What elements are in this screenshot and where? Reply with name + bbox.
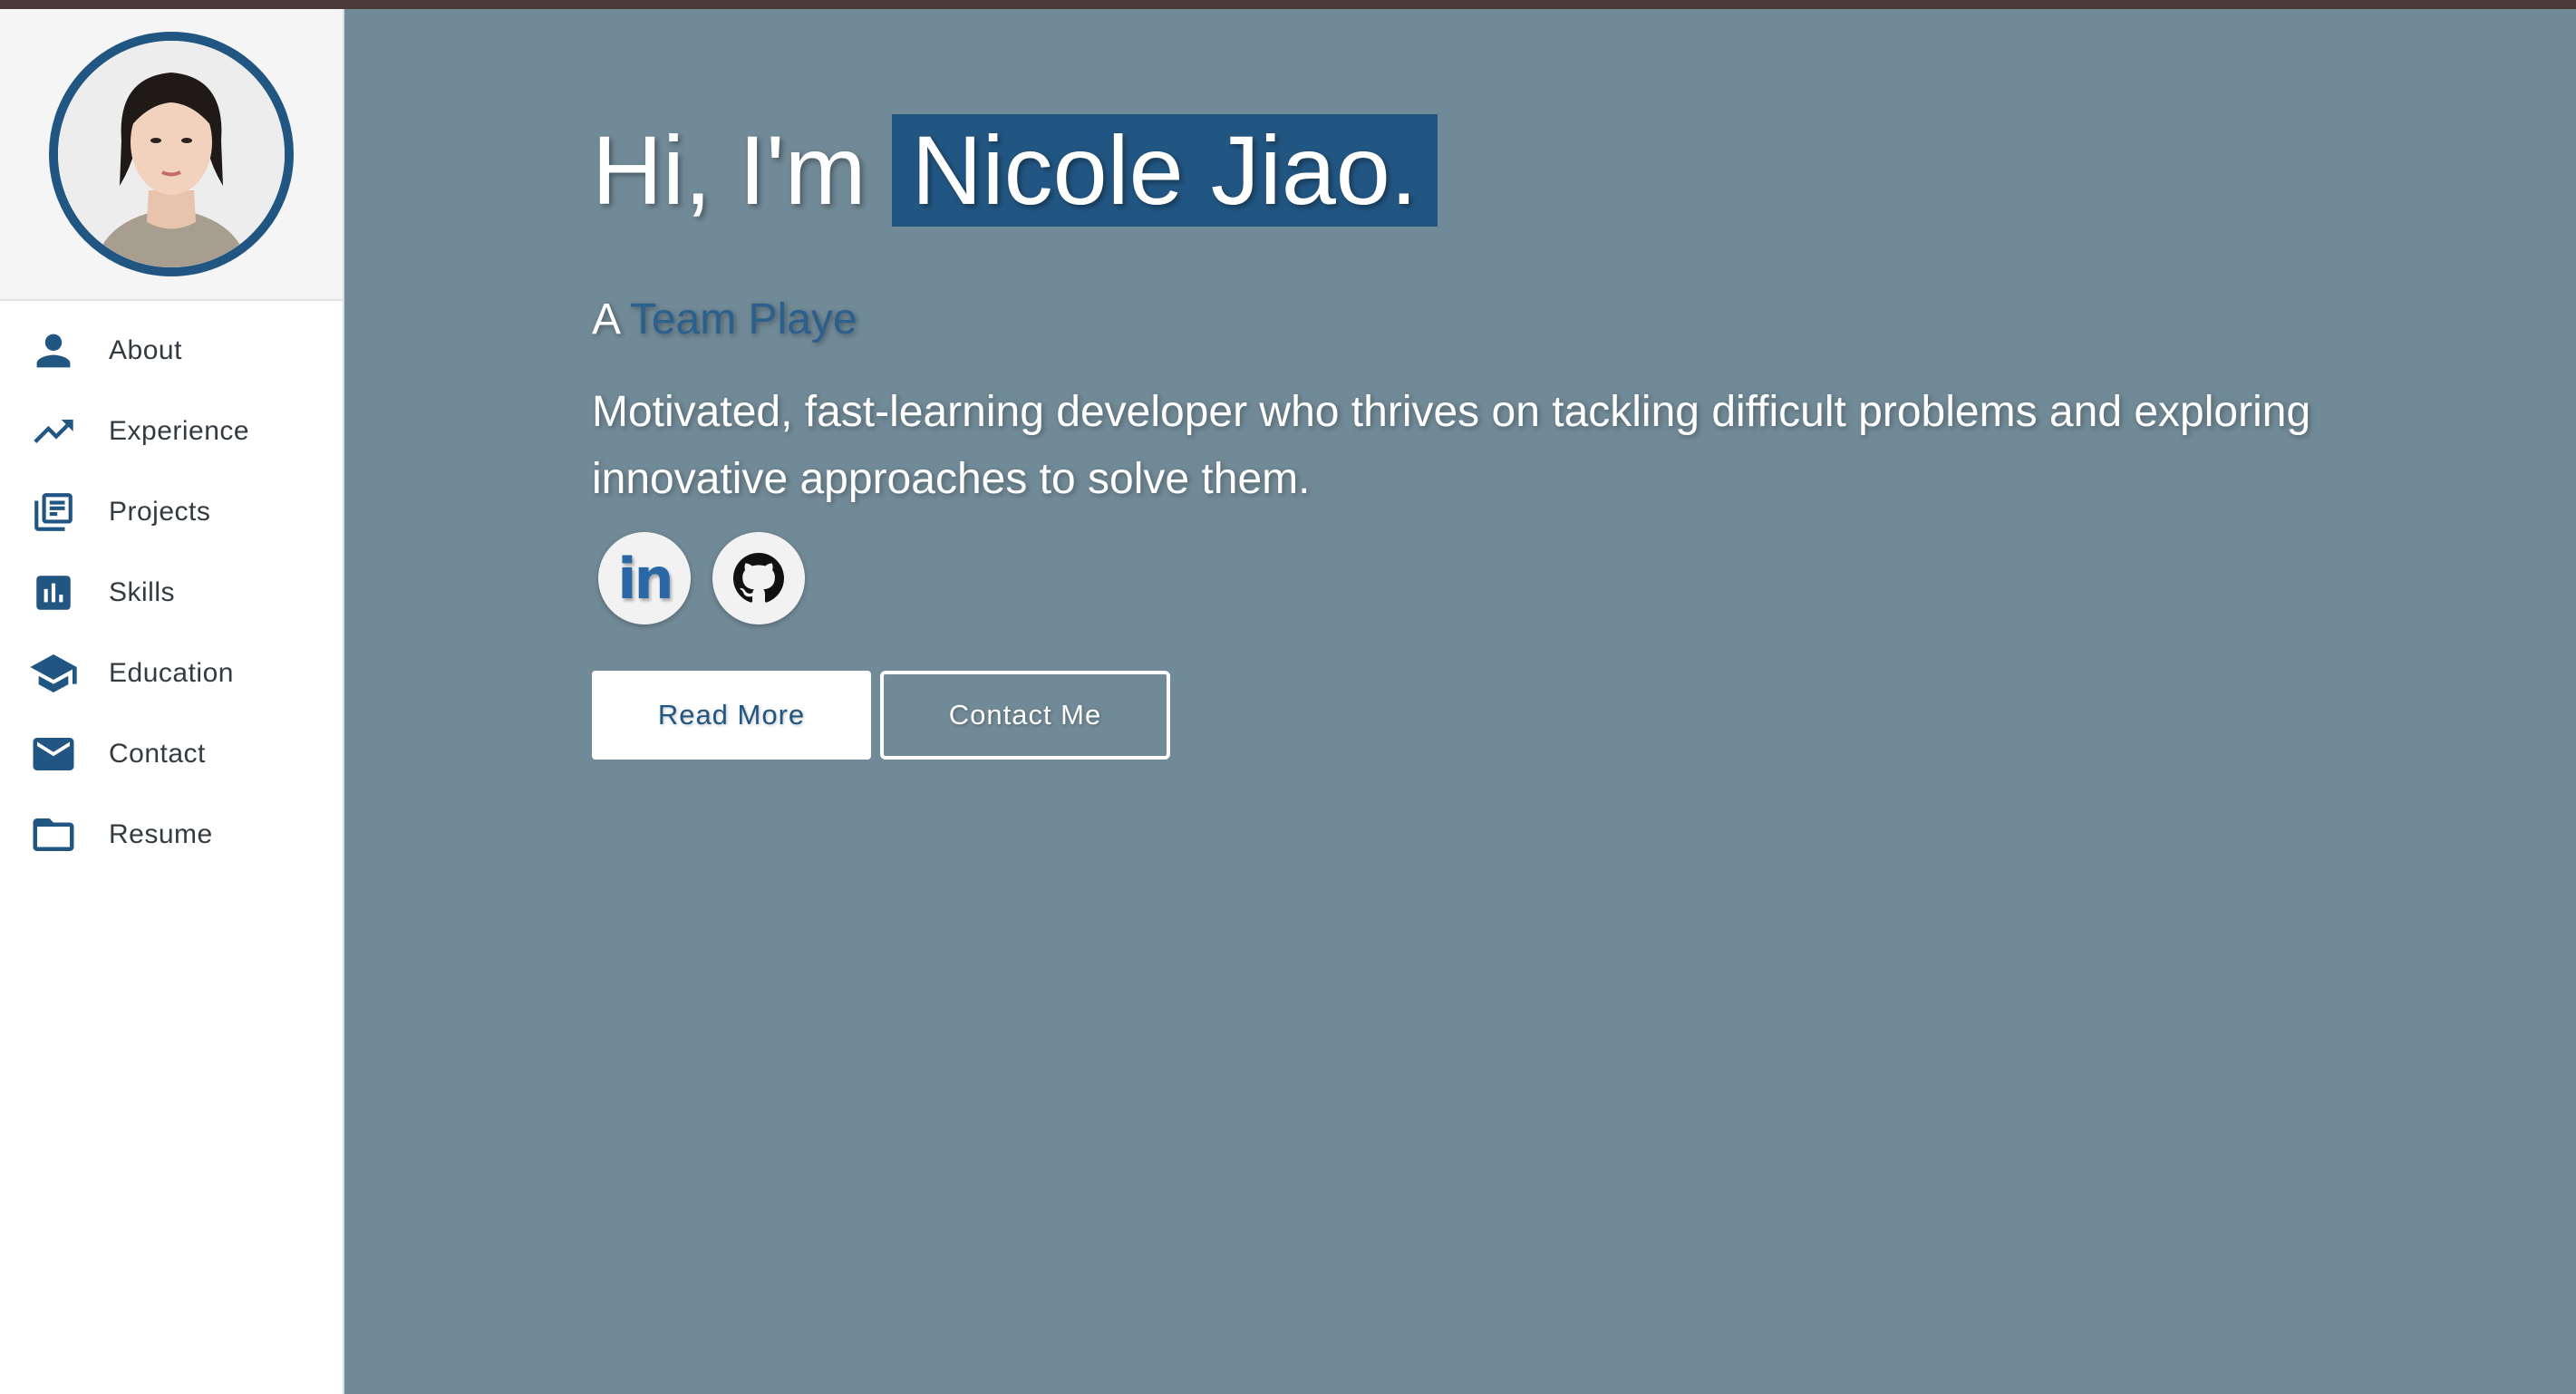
hero-greeting: Hi, I'm	[592, 115, 867, 225]
sidebar-item-about[interactable]: About	[0, 310, 343, 391]
avatar-container	[0, 9, 343, 301]
hero-title: Hi, I'm Nicole Jiao.	[592, 113, 1438, 227]
sidebar-item-label: Education	[109, 657, 234, 688]
avatar	[49, 32, 294, 276]
sidebar-item-label: Resume	[109, 818, 213, 849]
hero-intro: Motivated, fast-learning developer who t…	[592, 388, 2311, 503]
subtitle-role: Team Playe	[629, 295, 857, 344]
library-books-icon	[27, 486, 80, 538]
graduation-cap-icon	[27, 647, 80, 700]
main-content: Hi, I'm Nicole Jiao. A Team Playe Motiva…	[344, 9, 2576, 1394]
bar-chart-icon	[27, 566, 80, 619]
sidebar-item-skills[interactable]: Skills	[0, 552, 343, 633]
hero-name: Nicole Jiao.	[891, 113, 1438, 227]
hero-subtitle: A Team Playe	[592, 295, 857, 344]
github-button[interactable]	[712, 532, 805, 624]
profile-photo	[58, 41, 285, 267]
sidebar-item-resume[interactable]: Resume	[0, 794, 343, 875]
sidebar-item-label: Contact	[109, 738, 206, 769]
sidebar-item-label: Experience	[109, 415, 250, 446]
folder-icon	[27, 808, 80, 861]
sidebar-item-label: Projects	[109, 496, 211, 527]
sidebar-item-experience[interactable]: Experience	[0, 391, 343, 471]
sidebar-item-education[interactable]: Education	[0, 633, 343, 713]
linkedin-icon: in	[617, 545, 673, 612]
sidebar-nav: About Experience Projects Skills Educati…	[0, 310, 343, 875]
top-bar	[0, 0, 2576, 9]
sidebar-item-label: Skills	[109, 576, 176, 607]
hero-actions: Read More Contact Me	[592, 671, 1170, 760]
social-links: in	[598, 532, 805, 624]
subtitle-prefix: A	[592, 295, 619, 344]
sidebar-item-contact[interactable]: Contact	[0, 713, 343, 794]
github-icon	[733, 553, 784, 603]
person-icon	[27, 324, 80, 377]
mail-icon	[27, 728, 80, 780]
sidebar: About Experience Projects Skills Educati…	[0, 9, 344, 1394]
linkedin-button[interactable]: in	[598, 532, 691, 624]
trending-up-icon	[27, 405, 80, 458]
read-more-button[interactable]: Read More	[592, 671, 871, 760]
sidebar-item-projects[interactable]: Projects	[0, 471, 343, 552]
contact-me-button[interactable]: Contact Me	[880, 671, 1170, 760]
sidebar-item-label: About	[109, 334, 182, 365]
